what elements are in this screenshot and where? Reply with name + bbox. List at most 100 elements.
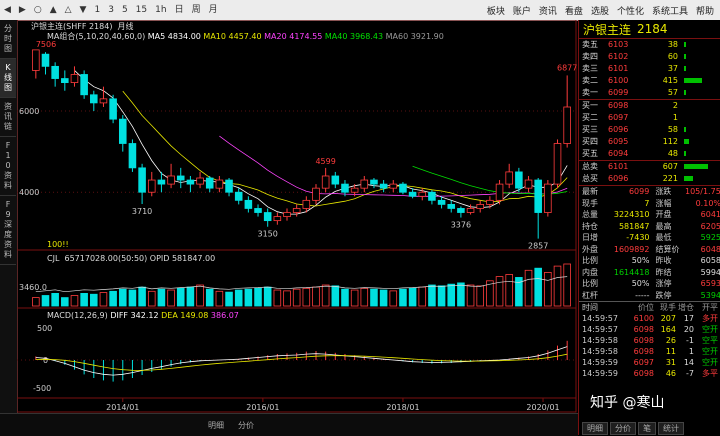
tick-time: 14:59:58 <box>582 347 618 356</box>
menu-item-6[interactable]: 系统工具 <box>652 4 688 17</box>
toolbar-button-8[interactable]: 5 <box>120 2 130 18</box>
quote-tab[interactable]: 笔 <box>638 422 656 435</box>
toolbar-button-3[interactable]: ▲ <box>48 2 59 18</box>
volume-bar <box>428 284 436 307</box>
kline-chart[interactable]: 600040007506687737103150459933762857100!… <box>17 20 577 413</box>
ma-legend: MA组合(5,10,20,40,60,0) MA5 4834.00 MA10 4… <box>47 31 444 42</box>
volume-bar <box>167 289 175 307</box>
volume-bar <box>524 269 533 307</box>
toolbar-button-9[interactable]: 15 <box>134 2 149 18</box>
bid-row-depth-bar <box>678 112 720 124</box>
toolbar-button-12[interactable]: 周 <box>190 2 203 18</box>
toolbar-button-4[interactable]: △ <box>63 2 74 18</box>
bid-row-price: 6096 <box>608 125 629 134</box>
ask-row-volume: 60 <box>667 52 678 61</box>
volume-bar <box>254 287 262 307</box>
volume-bar <box>418 286 427 307</box>
depth-bar-fill <box>684 66 686 71</box>
kline-chart-area[interactable]: 6000 4000 7506 6877 3710 3150 4599 3376 2857 100!… <box>17 20 577 413</box>
tick-oi-change: -1 <box>686 336 694 345</box>
tick-price: 6098 <box>633 347 654 356</box>
stat-label: 杠杆 <box>582 290 598 300</box>
menu-item-4[interactable]: 选股 <box>591 4 609 17</box>
toolbar-button-13[interactable]: 月 <box>207 2 220 18</box>
tick-price: 6097 <box>633 358 654 367</box>
toolbar-button-7[interactable]: 3 <box>106 2 116 18</box>
total-row: 总卖 6101 607 <box>579 161 720 173</box>
bid-row-depth-bar <box>678 100 720 112</box>
stat-label: 开盘 <box>655 210 672 219</box>
menu-item-0[interactable]: 板块 <box>487 4 505 17</box>
ask-row-price: 6102 <box>608 52 629 61</box>
bid-row: 买五 6094 48 <box>579 148 720 160</box>
candle-body <box>389 183 398 189</box>
ask-row: 卖四 6102 60 <box>579 51 720 63</box>
side-tab-1[interactable]: K 线 图 <box>0 59 16 98</box>
quote-tab[interactable]: 统计 <box>658 422 684 435</box>
side-tab-0[interactable]: 分 时 图 <box>0 20 16 59</box>
stat-label: 外盘 <box>582 244 598 254</box>
date-axis-label: 2018/01 <box>386 403 419 412</box>
annotation-low: 3376 <box>451 221 471 230</box>
toolbar-button-6[interactable]: 1 <box>92 2 102 18</box>
menu-item-7[interactable]: 帮助 <box>696 4 714 17</box>
bid-row-label: 买三 <box>582 125 598 134</box>
menu-item-3[interactable]: 看盘 <box>565 4 583 17</box>
candle-body <box>138 167 146 193</box>
ask-row-price: 6103 <box>608 40 629 49</box>
volume-bar <box>495 276 504 307</box>
side-tab-2[interactable]: 资 讯 链 <box>0 98 16 137</box>
ask-row-volume: 38 <box>667 40 678 49</box>
depth-bar-fill <box>684 42 686 47</box>
date-axis-label: 2014/01 <box>106 403 139 412</box>
bottom-tab-detail[interactable]: 明细 <box>208 420 224 431</box>
volume-bar <box>292 288 301 307</box>
tick-oi-change: 17 <box>683 314 694 323</box>
toolbar-button-5[interactable]: ▼ <box>78 2 89 18</box>
ask-row-label: 卖五 <box>582 40 598 49</box>
period-label[interactable]: 月线 <box>118 22 134 31</box>
toolbar-button-10[interactable]: 1h <box>153 2 168 18</box>
stat-value: 6058 <box>700 256 720 265</box>
tick-time: 14:59:57 <box>582 325 618 334</box>
macd-title: MACD(12,26,9) <box>47 311 108 320</box>
toolbar-button-1[interactable]: ▶ <box>17 2 28 18</box>
menu-item-1[interactable]: 账户 <box>513 4 531 17</box>
macd-axis-label: -500 <box>33 384 51 393</box>
ask-row-price: 6100 <box>608 76 629 85</box>
bottom-tab-price[interactable]: 分价 <box>238 420 254 431</box>
candle-body <box>370 179 378 185</box>
candle-body <box>225 179 233 193</box>
toolbar-button-11[interactable]: 日 <box>173 2 186 18</box>
tick-price: 6098 <box>633 325 654 334</box>
toolbar-button-2[interactable]: ○ <box>32 2 44 18</box>
bid-row-price: 6094 <box>608 149 629 158</box>
quote-tab[interactable]: 分价 <box>610 422 636 435</box>
volume-bar <box>331 285 340 307</box>
stat-label: 日增 <box>582 233 598 242</box>
volume-bar <box>553 265 562 307</box>
side-tab-4[interactable]: F 9 深 度 资 料 <box>0 196 16 265</box>
stat-value: 50% <box>631 256 650 265</box>
menu-item-2[interactable]: 资讯 <box>539 4 557 17</box>
stat-row: 外盘 1609892 结算价 6048 <box>579 244 720 256</box>
volume-bar <box>312 286 320 307</box>
quote-tab[interactable]: 明细 <box>582 422 608 435</box>
candle-body <box>167 175 175 185</box>
volume-bar <box>544 271 552 307</box>
volume-bar <box>215 290 224 307</box>
toolbar-button-0[interactable]: ◀ <box>2 2 13 18</box>
tick-list: 14:59:57 6100 207 17 多开 14:59:57 6098 164 20 空开 14… <box>579 313 720 379</box>
side-tab-3[interactable]: F 1 0 资 料 <box>0 137 16 196</box>
candle-body <box>495 183 504 201</box>
quote-title: 沪银主连 2184 <box>579 20 720 39</box>
macd-legend: MACD(12,26,9) DIFF 342.12 DEA 149.08 386… <box>47 311 239 320</box>
quote-code: 2184 <box>637 22 668 36</box>
bid-row-volume: 1 <box>672 113 678 122</box>
volume-bar <box>80 292 88 307</box>
candle-body <box>205 177 214 189</box>
stat-value: 6048 <box>700 244 720 254</box>
candle-body <box>196 177 204 185</box>
menu-item-5[interactable]: 个性化 <box>617 4 644 17</box>
ma-legend-item: MA60 3921.90 <box>383 32 444 41</box>
